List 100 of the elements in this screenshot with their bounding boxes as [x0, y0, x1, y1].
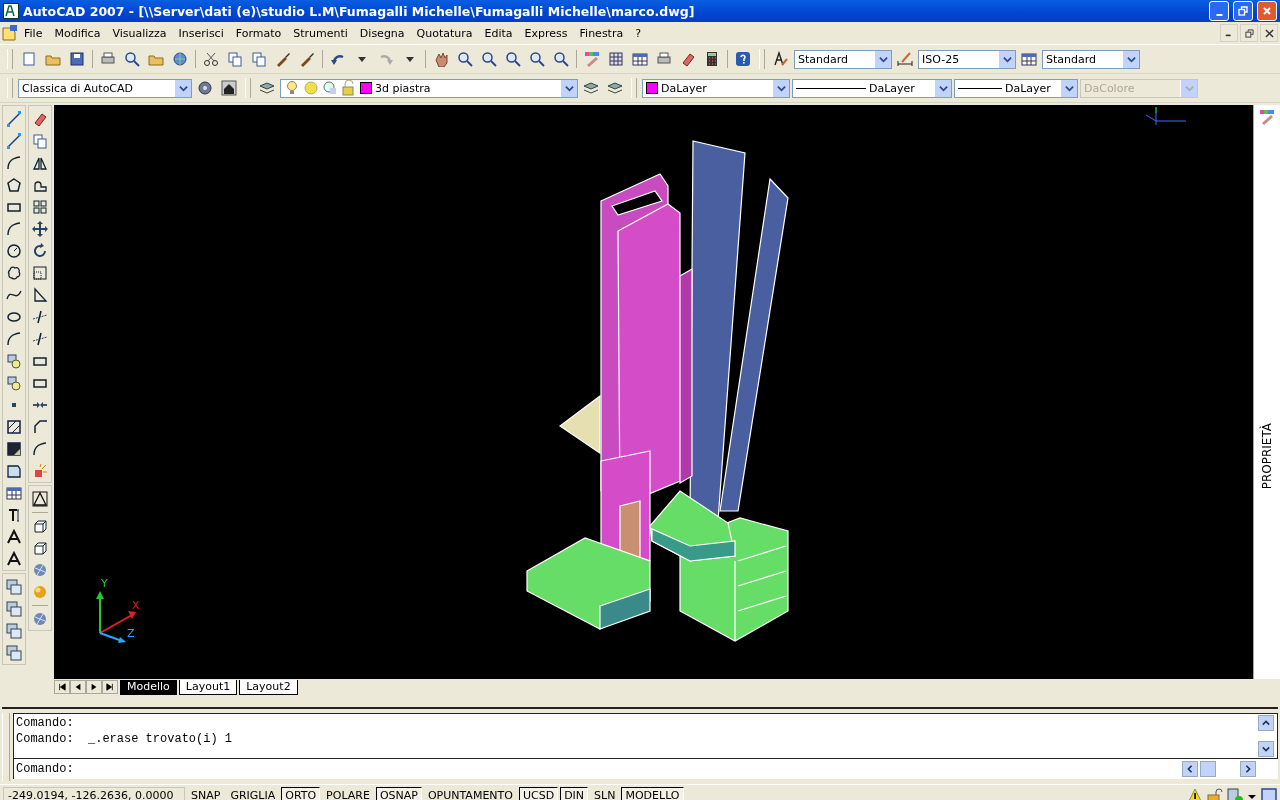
status-toggle[interactable]: UCSD [518, 786, 559, 800]
pan-hand-icon[interactable] [433, 51, 449, 67]
menu-item[interactable]: Disegna [353, 24, 411, 42]
palette-title[interactable]: PROPRIETÀ [1260, 422, 1274, 489]
properties-palette-icon[interactable] [584, 51, 600, 67]
document-icon[interactable] [2, 25, 18, 41]
arc-icon[interactable] [6, 221, 22, 237]
freeze-icon[interactable] [322, 80, 338, 96]
scroll-thumb[interactable] [1200, 761, 1216, 777]
layer-manager-icon[interactable] [259, 80, 275, 96]
hatch-icon[interactable] [6, 419, 22, 435]
menu-item[interactable]: Inserisci [172, 24, 230, 42]
cut-scissors-icon[interactable] [203, 51, 219, 67]
status-toggle[interactable]: POLARE [322, 786, 374, 800]
new-file-icon[interactable] [21, 51, 37, 67]
table-style-icon[interactable] [1021, 51, 1037, 67]
menu-item[interactable]: ? [629, 24, 648, 42]
status-toggle[interactable]: SLN [590, 786, 620, 800]
copy-object-icon[interactable] [32, 133, 48, 149]
fillet-icon[interactable] [32, 441, 48, 457]
scroll-right-button[interactable] [1240, 761, 1256, 777]
layout-tab[interactable]: Layout1 [178, 679, 238, 695]
region-icon[interactable] [6, 463, 22, 479]
status-toggle[interactable]: ORTO [281, 786, 321, 800]
layout-tab[interactable]: Modello [120, 679, 177, 695]
layer-previous-icon[interactable] [607, 80, 623, 96]
first-tab-button[interactable] [54, 680, 70, 694]
menu-item[interactable]: Formato [229, 24, 288, 42]
copy-icon[interactable] [227, 51, 243, 67]
printer-icon[interactable] [100, 51, 116, 67]
scroll-down-button[interactable] [1258, 741, 1274, 757]
zoom-extents-icon[interactable] [529, 51, 545, 67]
rotate-icon[interactable] [32, 243, 48, 259]
menu-item[interactable]: Express [518, 24, 574, 42]
workspace-settings-icon[interactable] [197, 80, 213, 96]
zoom-realtime-icon[interactable] [457, 51, 473, 67]
explode-icon[interactable] [32, 463, 48, 479]
print-preview-icon[interactable] [124, 51, 140, 67]
status-toggle[interactable]: DIN [560, 786, 589, 800]
text-style-dropdown[interactable]: Standard [794, 49, 892, 69]
status-toggle[interactable]: OSNAP [375, 786, 422, 800]
circle-icon[interactable] [6, 243, 22, 259]
menu-item[interactable]: Visualizza [106, 24, 173, 42]
move-icon[interactable] [32, 221, 48, 237]
linetype-dropdown[interactable]: DaLayer [792, 78, 952, 98]
status-toggle[interactable]: MODELLO [621, 786, 684, 800]
menu-item[interactable]: File [18, 24, 49, 42]
next-tab-button[interactable] [86, 680, 102, 694]
erase-icon[interactable] [32, 111, 48, 127]
construction-line-icon[interactable] [6, 133, 22, 149]
text-style-icon[interactable] [773, 51, 789, 67]
scale-icon[interactable] [32, 265, 48, 281]
table-icon[interactable] [6, 485, 22, 501]
box-icon[interactable] [32, 518, 48, 534]
window-icon[interactable] [6, 623, 22, 639]
ellipse-icon[interactable] [6, 309, 22, 325]
layout-tab[interactable]: Layout2 [239, 679, 298, 695]
tool-palette-icon[interactable] [632, 51, 648, 67]
box-icon[interactable] [32, 540, 48, 556]
help-icon[interactable] [735, 51, 751, 67]
globe-icon[interactable] [172, 51, 188, 67]
zoom-icon[interactable] [553, 51, 569, 67]
polygon-icon[interactable] [6, 177, 22, 193]
scroll-up-button[interactable] [1258, 715, 1274, 731]
warning-icon[interactable] [1187, 787, 1203, 800]
menu-item[interactable]: Finestra [573, 24, 630, 42]
dimension-style-icon[interactable] [897, 51, 913, 67]
chamfer-icon[interactable] [32, 419, 48, 435]
view-icon[interactable] [32, 491, 48, 507]
lineweight-dropdown[interactable]: DaLayer [954, 78, 1078, 98]
scroll-left-button[interactable] [1182, 761, 1198, 777]
table-style-dropdown[interactable]: Standard [1042, 49, 1140, 69]
prev-tab-button[interactable] [70, 680, 86, 694]
layer-dropdown[interactable]: 3d piastra [280, 78, 578, 98]
status-toggle[interactable]: SNAP [187, 786, 225, 800]
menu-item[interactable]: Quotatura [410, 24, 479, 42]
color-dropdown[interactable]: DaLayer [642, 78, 790, 98]
insert-block-icon[interactable] [6, 353, 22, 369]
last-tab-button[interactable] [102, 680, 118, 694]
mirror-icon[interactable] [32, 155, 48, 171]
text-icon[interactable] [6, 529, 22, 545]
edit-text-icon[interactable] [6, 551, 22, 567]
dimension-style-dropdown[interactable]: ISO-25 [918, 49, 1016, 69]
menu-item[interactable]: Strumenti [287, 24, 354, 42]
extend-icon[interactable] [32, 331, 48, 347]
properties-icon[interactable] [1259, 109, 1275, 125]
zoom-window-icon[interactable] [481, 51, 497, 67]
status-toggle[interactable]: OPUNTAMENTO [423, 786, 517, 800]
workspace-dropdown[interactable]: Classica di AutoCAD [18, 78, 192, 98]
match-brush-icon[interactable] [275, 51, 291, 67]
ellipse-arc-icon[interactable] [6, 331, 22, 347]
line-icon[interactable] [6, 111, 22, 127]
command-prompt[interactable]: Comando: [16, 762, 74, 776]
panel-grip[interactable] [2, 713, 10, 781]
close-button[interactable] [1260, 24, 1278, 42]
status-toggle[interactable]: GRIGLIA [226, 786, 280, 800]
design-center-icon[interactable] [608, 51, 624, 67]
window-icon[interactable] [6, 579, 22, 595]
zoom-previous-icon[interactable] [505, 51, 521, 67]
calculator-icon[interactable] [704, 51, 720, 67]
